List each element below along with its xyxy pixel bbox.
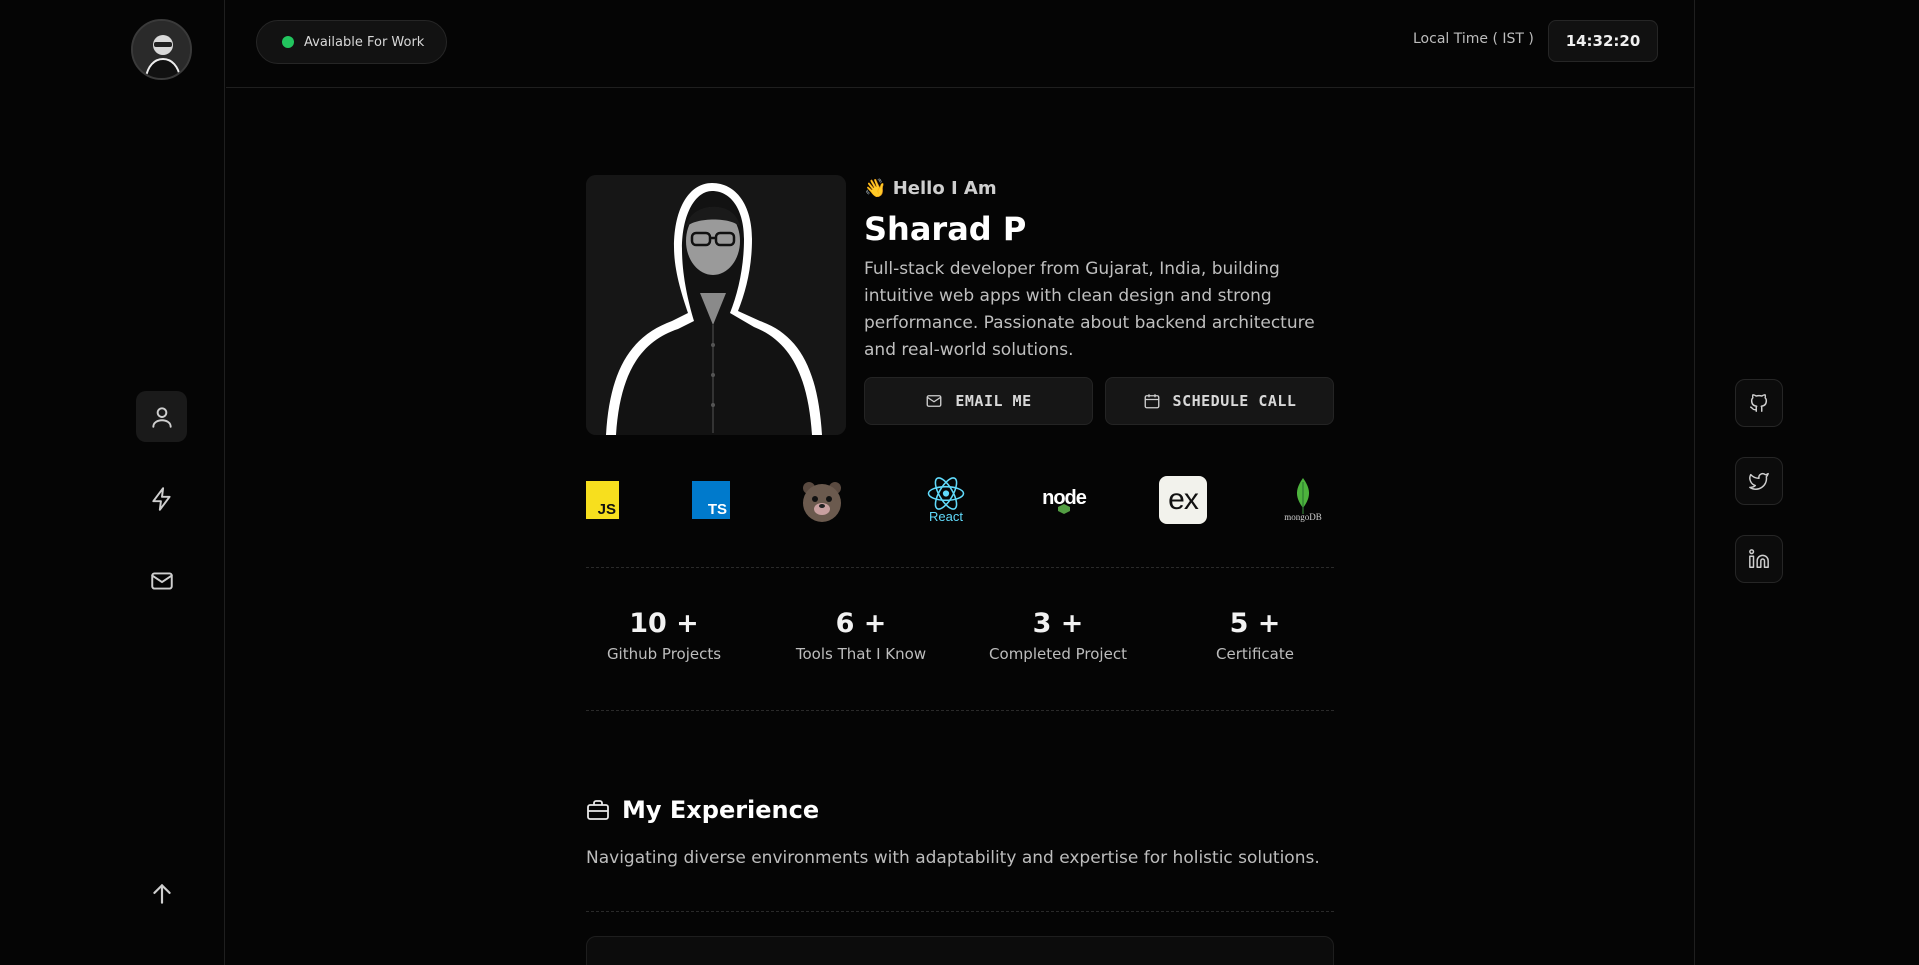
twitter-link[interactable] bbox=[1735, 457, 1783, 505]
tech-logos-marquee: JS TS React node ex mongoDB bbox=[586, 470, 1334, 530]
local-time-label: Local Time ( IST ) bbox=[1413, 31, 1534, 47]
arrow-up-icon bbox=[153, 884, 171, 904]
experience-card bbox=[586, 936, 1334, 965]
stat-label: Github Projects bbox=[606, 645, 722, 663]
schedule-call-button[interactable]: SCHEDULE CALL bbox=[1105, 377, 1334, 425]
calendar-icon bbox=[1144, 394, 1159, 409]
stat-label: Tools That I Know bbox=[795, 645, 927, 663]
nav-skills[interactable] bbox=[136, 473, 187, 524]
nav-contact[interactable] bbox=[136, 555, 187, 606]
stat-value: 6 + bbox=[835, 608, 887, 639]
section-divider bbox=[586, 567, 1334, 568]
status-dot bbox=[282, 36, 294, 48]
waving-hand-emoji: 👋 bbox=[864, 178, 887, 199]
nav-about[interactable] bbox=[136, 391, 187, 442]
twitter-icon bbox=[1749, 472, 1769, 490]
javascript-icon: JS bbox=[586, 476, 624, 524]
experience-heading: My Experience bbox=[586, 796, 819, 824]
github-icon bbox=[1750, 394, 1768, 412]
lightning-icon bbox=[151, 486, 171, 511]
stat-value: 5 + bbox=[1229, 608, 1281, 639]
mongodb-icon: mongoDB bbox=[1276, 476, 1330, 524]
stat-github-projects: 10 + Github Projects bbox=[566, 608, 762, 663]
stat-value: 3 + bbox=[1032, 608, 1084, 639]
linkedin-link[interactable] bbox=[1735, 535, 1783, 583]
linkedin-icon bbox=[1749, 549, 1769, 568]
stat-tools: 6 + Tools That I Know bbox=[763, 608, 959, 663]
mail-icon bbox=[926, 395, 942, 407]
top-bar: Available For Work Local Time ( IST ) 14… bbox=[226, 0, 1694, 88]
section-divider bbox=[586, 710, 1334, 711]
left-sidebar bbox=[0, 0, 225, 965]
profile-name: Sharad P bbox=[864, 210, 1027, 248]
stat-label: Certificate bbox=[1216, 645, 1294, 663]
avatar[interactable] bbox=[131, 19, 192, 80]
profile-bio: Full-stack developer from Gujarat, India… bbox=[864, 259, 1315, 360]
react-icon: React bbox=[920, 476, 972, 524]
stat-value: 10 + bbox=[629, 608, 699, 639]
section-divider bbox=[586, 911, 1334, 912]
stat-certificates: 5 + Certificate bbox=[1157, 608, 1353, 663]
briefcase-icon bbox=[587, 800, 609, 820]
experience-subtitle: Navigating diverse environments with ada… bbox=[586, 848, 1320, 868]
github-link[interactable] bbox=[1735, 379, 1783, 427]
greeting-text: Hello I Am bbox=[892, 178, 997, 199]
email-me-button[interactable]: EMAIL ME bbox=[864, 377, 1093, 425]
stat-completed-projects: 3 + Completed Project bbox=[960, 608, 1156, 663]
profile-photo bbox=[586, 175, 846, 435]
right-sidebar bbox=[1694, 0, 1919, 965]
schedule-call-label: SCHEDULE CALL bbox=[1172, 392, 1297, 410]
express-icon: ex bbox=[1159, 476, 1207, 524]
mail-icon bbox=[150, 571, 173, 590]
scroll-top-button[interactable] bbox=[144, 876, 180, 912]
stat-label: Completed Project bbox=[989, 645, 1127, 663]
bear-mascot-icon bbox=[798, 476, 846, 524]
email-me-label: EMAIL ME bbox=[955, 392, 1032, 410]
experience-title: My Experience bbox=[622, 796, 820, 824]
greeting: 👋 Hello I Am bbox=[864, 178, 997, 199]
user-icon bbox=[151, 406, 172, 428]
availability-badge: Available For Work bbox=[256, 20, 448, 64]
availability-label: Available For Work bbox=[304, 34, 425, 50]
typescript-icon: TS bbox=[687, 476, 735, 524]
nodejs-icon: node bbox=[1036, 476, 1092, 524]
local-time-value: 14:32:20 bbox=[1548, 20, 1658, 62]
